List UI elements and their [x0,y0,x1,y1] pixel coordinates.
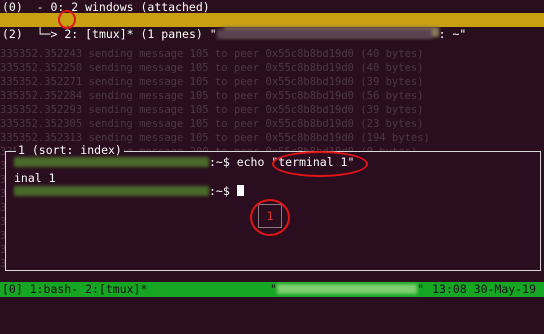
window-list-item-1[interactable]: (1) ├─> 1 bash- (1 panes) " : ~" [0,13,544,39]
prompt-text: :~$ echo [209,155,272,169]
terminal-cursor [236,185,244,196]
annotation-oval [272,151,368,177]
status-window-list[interactable]: [0] 1:bash- 2:[tmux]* [2,283,147,296]
annotation-circle [58,10,76,29]
redacted-text [276,284,417,294]
output-line: inal 1 [14,171,56,185]
tree-branch: └─> [22,27,65,41]
background-log-line: 335352.352284 sending message 105 to pee… [0,90,424,102]
window-list-item-2[interactable]: (2) └─> 2: [tmux]* (1 panes) " : ~" [2,28,466,41]
status-date: 30-May-19 [473,282,536,296]
redacted-text [14,186,209,196]
background-log-line: 335352.352305 sending message 105 to pee… [0,118,424,130]
background-log-line: 335352.352293 sending message 105 to pee… [0,104,424,116]
annotation-circle-pane [250,199,290,236]
background-log-line: 335352.352271 sending message 105 to pee… [0,76,424,88]
prompt-line-2: :~$ [14,185,244,198]
status-clock: 13:08 30-May-19 [432,283,536,296]
window-tail: : ~" [431,27,467,41]
prompt-text: :~$ [209,184,237,198]
redacted-text [14,157,209,167]
window-label: : [tmux]* (1 panes) " [71,27,217,41]
redacted-text [216,29,432,39]
item-key: (2) [2,27,23,41]
background-log-line: 335352.352250 sending message 105 to pee… [0,62,424,74]
status-host: " " [270,282,424,296]
status-time: 13:08 [432,282,467,296]
status-bar: [0] 1:bash- 2:[tmux]* " " 13:08 30-May-19 [0,282,544,297]
